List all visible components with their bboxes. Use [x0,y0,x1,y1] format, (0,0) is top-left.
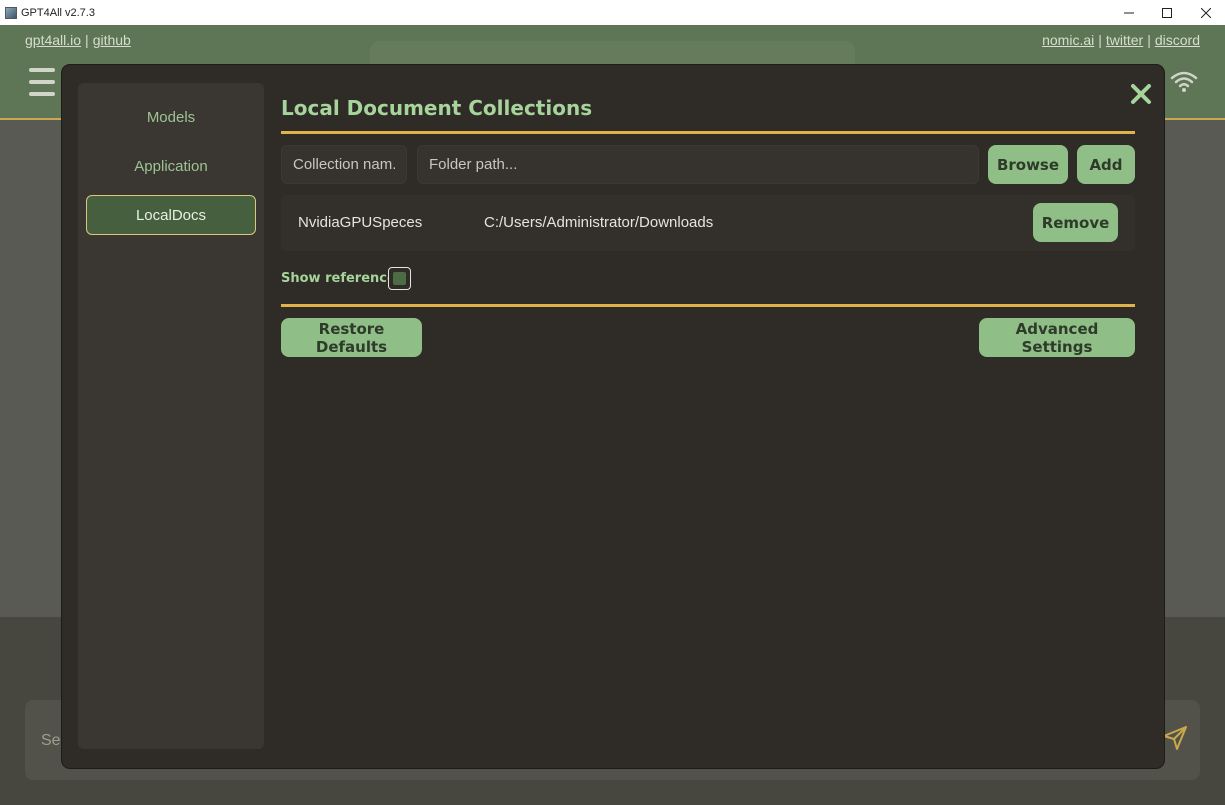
folder-path-input[interactable] [429,156,967,173]
message-input-placeholder: Se [41,732,61,749]
checkbox-check-mark [393,272,406,285]
minimize-button[interactable] [1109,0,1149,25]
maximize-icon [1162,7,1172,18]
browse-button[interactable]: Browse [988,145,1068,184]
add-button[interactable]: Add [1077,145,1135,184]
show-references-label: Show references [281,271,404,286]
link-separator: | [1098,32,1102,48]
app-icon [5,6,17,19]
nav-item-application[interactable]: Application [86,146,256,186]
restore-defaults-button[interactable]: Restore Defaults [281,318,422,357]
nav-item-localdocs[interactable]: LocalDocs [86,195,256,235]
github-link[interactable]: github [93,32,131,48]
window-close-button[interactable] [1186,0,1225,25]
header-links-left: gpt4all.io | github [25,32,131,48]
window-title: GPT4All v2.7.3 [21,6,95,19]
minimize-icon [1124,12,1134,13]
hamburger-menu-icon[interactable] [29,68,55,96]
discord-link[interactable]: discord [1155,32,1200,48]
collection-row: NvidiaGPUSpeces C:/Users/Administrator/D… [281,195,1135,251]
settings-dialog: Models Application LocalDocs Local Docum… [62,65,1164,768]
nav-item-models[interactable]: Models [86,97,256,137]
maximize-button[interactable] [1147,0,1187,25]
show-references-checkbox[interactable] [388,267,411,290]
link-separator: | [85,32,89,48]
header-links-right: nomic.ai | twitter | discord [1042,32,1200,48]
nomic-link[interactable]: nomic.ai [1042,32,1094,48]
section-title: Local Document Collections [281,96,593,120]
collection-name-field[interactable] [281,145,407,184]
collection-name-input[interactable] [293,156,395,173]
gpt4all-link[interactable]: gpt4all.io [25,32,81,48]
localdocs-panel: Local Document Collections Browse Add Nv… [281,65,1135,768]
link-separator: | [1147,32,1151,48]
settings-sidebar: Models Application LocalDocs [78,83,264,749]
collection-path: C:/Users/Administrator/Downloads [484,214,714,231]
advanced-settings-button[interactable]: Advanced Settings [979,318,1135,357]
settings-scroll-area [281,367,1135,747]
send-icon[interactable] [1162,725,1188,751]
section-divider [281,131,1135,134]
twitter-link[interactable]: twitter [1106,32,1143,48]
network-icon [1170,71,1198,92]
section-divider [281,304,1135,307]
close-icon [1201,7,1211,18]
window-titlebar: GPT4All v2.7.3 [0,0,1225,25]
remove-button[interactable]: Remove [1033,203,1118,242]
collection-name: NvidiaGPUSpeces [298,214,423,231]
folder-path-field[interactable] [417,145,979,184]
